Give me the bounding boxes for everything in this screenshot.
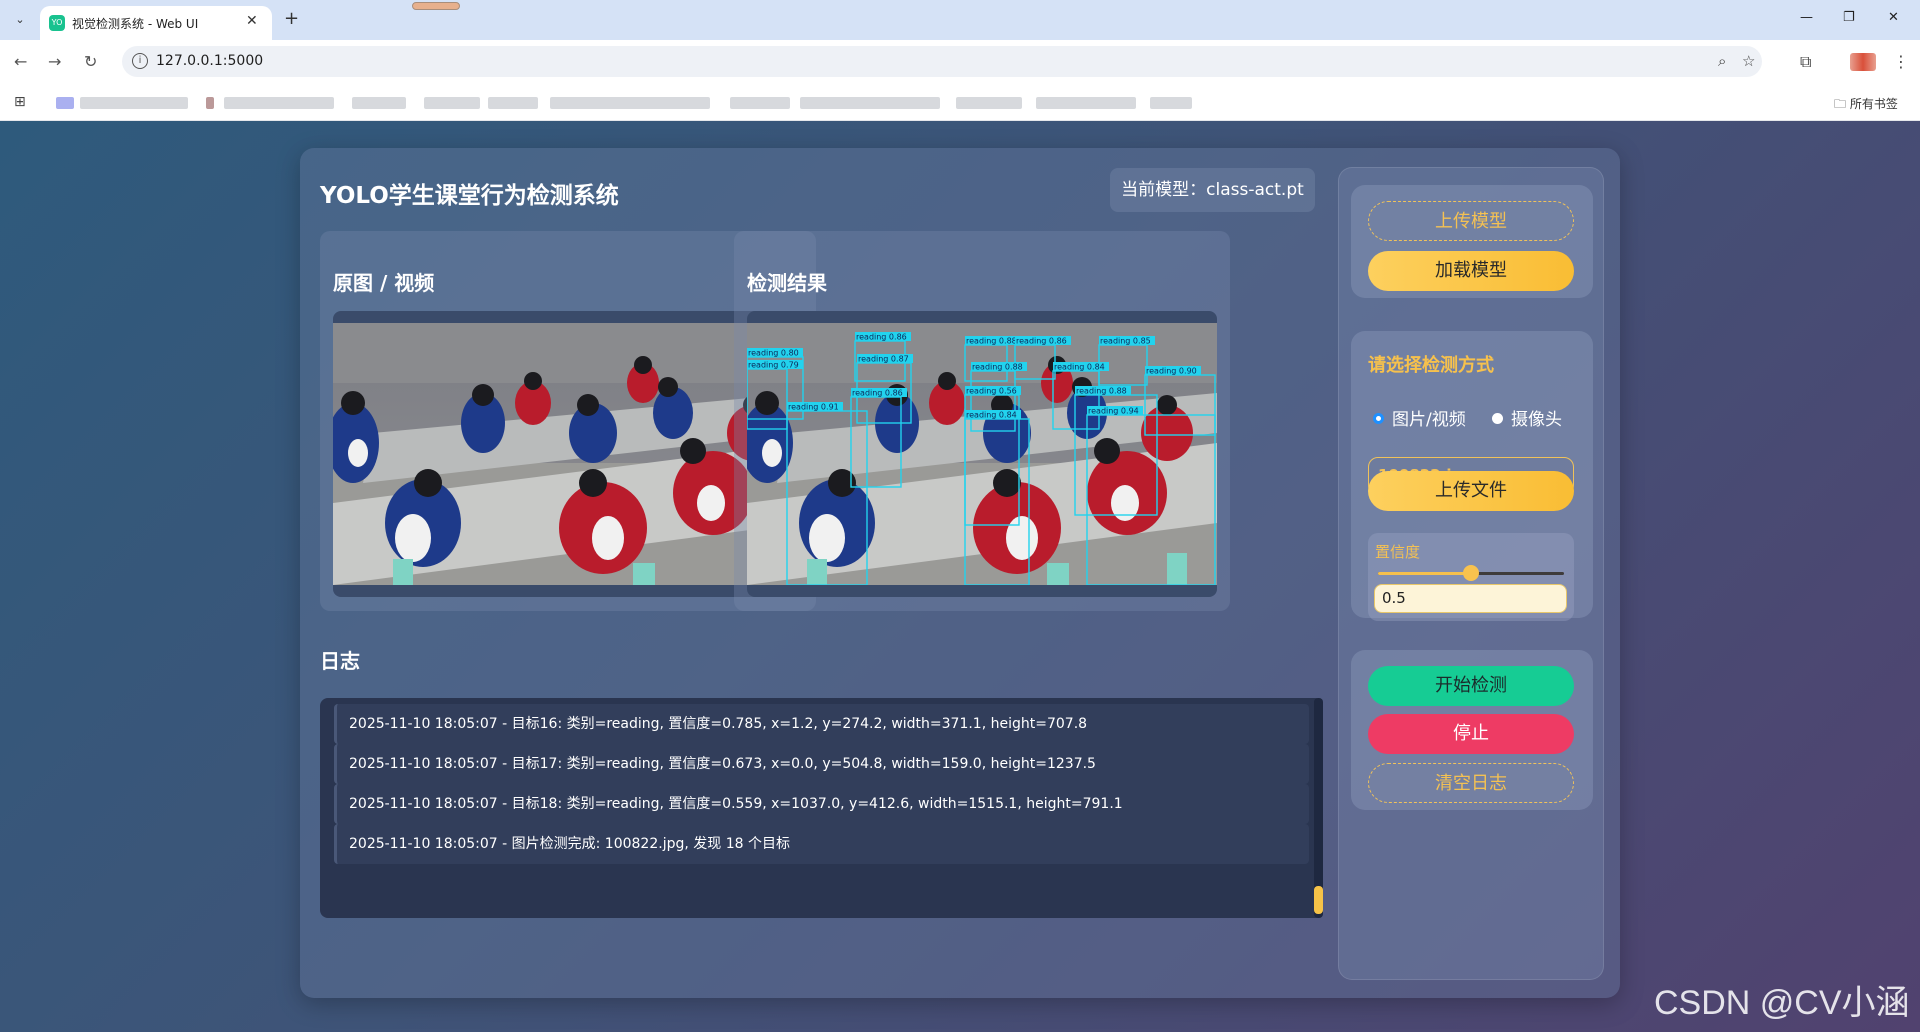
log-panel[interactable]: 2025-11-10 18:05:07 - 目标16: 类别=reading, … <box>320 698 1323 918</box>
start-detection-button[interactable]: 开始检测 <box>1368 666 1574 706</box>
detection-label: reading 0.84 <box>1054 363 1105 372</box>
detection-label: reading 0.87 <box>858 355 909 364</box>
bookmark-item[interactable] <box>56 97 74 109</box>
upload-file-button[interactable]: 上传文件 <box>1368 471 1574 511</box>
detection-label: reading 0.94 <box>1088 407 1139 416</box>
zoom-icon[interactable]: ⌕ <box>1718 52 1726 70</box>
result-image: reading 0.86 reading 0.88 reading 0.86 read… <box>747 323 1217 585</box>
confidence-input[interactable]: 0.5 <box>1374 584 1567 613</box>
browser-menu-icon[interactable]: ⋮ <box>1893 52 1909 71</box>
extensions-icon[interactable]: ⧉ <box>1800 52 1811 72</box>
log-entry: 2025-11-10 18:05:07 - 目标16: 类别=reading, … <box>334 704 1309 744</box>
stop-button[interactable]: 停止 <box>1368 714 1574 754</box>
back-icon[interactable]: ← <box>14 52 27 71</box>
detection-label: reading 0.84 <box>966 411 1017 420</box>
bookmark-item[interactable] <box>352 97 406 109</box>
page-background: YOLO学生课堂行为检测系统 当前模型：class-act.pt 原图 / 视频 <box>0 121 1920 1032</box>
bookmark-item[interactable] <box>956 97 1022 109</box>
browser-tab[interactable]: YO 视觉检测系统 - Web UI ✕ <box>40 6 272 40</box>
all-bookmarks[interactable]: 🗀 所有书签 <box>1834 95 1898 116</box>
original-panel-title: 原图 / 视频 <box>333 271 435 295</box>
bookmark-item[interactable] <box>550 97 710 109</box>
bookmark-item[interactable] <box>224 97 334 109</box>
result-panel: 检测结果 reading 0.86 reading 0.88 reading 0… <box>734 231 1230 611</box>
detection-label: reading 0.86 <box>852 389 903 398</box>
omnibox[interactable]: i 127.0.0.1:5000 ⌕ ☆ <box>122 46 1762 77</box>
bookmark-item[interactable] <box>800 97 940 109</box>
bookmark-item[interactable] <box>488 97 538 109</box>
model-card: 上传模型 加载模型 <box>1351 185 1593 298</box>
bookmark-item[interactable] <box>730 97 790 109</box>
main-card: YOLO学生课堂行为检测系统 当前模型：class-act.pt 原图 / 视频 <box>300 148 1620 998</box>
watermark: CSDN @CV小涵 <box>1654 984 1910 1022</box>
detection-label: reading 0.88 <box>966 337 1017 346</box>
result-image-frame: reading 0.86 reading 0.88 reading 0.86 read… <box>747 311 1217 597</box>
minimize-icon[interactable]: — <box>1800 10 1813 25</box>
control-sidebar: 上传模型 加载模型 请选择检测方式 图片/视频 摄像头 100822.jpg 上… <box>1338 167 1604 980</box>
detection-label: reading 0.86 <box>1016 337 1067 346</box>
bookmarks-bar: ⊞ 🗀 所有书签 <box>0 83 1920 121</box>
log-scrollbar-track[interactable] <box>1314 698 1323 918</box>
apps-grid-icon[interactable]: ⊞ <box>14 94 26 110</box>
tab-group-indicator <box>412 2 460 10</box>
confidence-slider-fill <box>1378 572 1471 575</box>
tab-close-icon[interactable]: ✕ <box>246 13 258 29</box>
upload-model-button[interactable]: 上传模型 <box>1368 201 1574 241</box>
detection-label: reading 0.85 <box>1100 337 1151 346</box>
detection-label: reading 0.86 <box>856 333 907 342</box>
tab-favicon-icon: YO <box>49 15 65 31</box>
log-entry: 2025-11-10 18:05:07 - 目标17: 类别=reading, … <box>334 744 1309 784</box>
tab-title: 视觉检测系统 - Web UI <box>72 17 199 31</box>
all-bookmarks-label: 所有书签 <box>1849 97 1898 111</box>
log-entry: 2025-11-10 18:05:07 - 图片检测完成: 100822.jpg… <box>334 824 1309 864</box>
mode-image-label: 图片/视频 <box>1392 410 1466 430</box>
log-title: 日志 <box>320 649 360 673</box>
log-scrollbar-thumb[interactable] <box>1314 886 1323 914</box>
bookmark-item[interactable] <box>206 97 214 109</box>
browser-tabbar: ⌄ YO 视觉检测系统 - Web UI ✕ + — ❐ ✕ <box>0 0 1920 40</box>
mode-camera-radio[interactable]: 摄像头 <box>1492 405 1562 430</box>
window-close-icon[interactable]: ✕ <box>1888 10 1899 25</box>
new-tab-icon[interactable]: + <box>284 8 299 29</box>
forward-icon[interactable]: → <box>48 52 61 71</box>
reload-icon[interactable]: ↻ <box>84 52 97 71</box>
detection-label: reading 0.88 <box>1076 387 1127 396</box>
confidence-box: 置信度 0.5 <box>1368 533 1574 621</box>
mode-image-radio[interactable]: 图片/视频 <box>1373 405 1466 430</box>
mode-section-title: 请选择检测方式 <box>1368 355 1494 376</box>
detection-label: reading 0.80 <box>748 349 799 358</box>
bookmark-item[interactable] <box>1036 97 1136 109</box>
original-image <box>333 323 803 585</box>
detection-label: reading 0.56 <box>966 387 1017 396</box>
confidence-label: 置信度 <box>1375 543 1421 561</box>
current-model-badge: 当前模型：class-act.pt <box>1110 168 1315 212</box>
log-entry: 2025-11-10 18:05:07 - 目标18: 类别=reading, … <box>334 784 1309 824</box>
result-panel-title: 检测结果 <box>747 271 827 295</box>
bookmark-item[interactable] <box>1150 97 1192 109</box>
folder-icon: 🗀 <box>1834 97 1850 111</box>
site-info-icon[interactable]: i <box>132 53 148 69</box>
detection-label: reading 0.88 <box>972 363 1023 372</box>
restore-icon[interactable]: ❐ <box>1843 10 1855 25</box>
original-image-frame <box>333 311 803 597</box>
clear-log-button[interactable]: 清空日志 <box>1368 763 1574 803</box>
confidence-slider-thumb[interactable] <box>1463 565 1479 581</box>
page-title: YOLO学生课堂行为检测系统 <box>320 183 619 209</box>
mode-camera-label: 摄像头 <box>1511 410 1562 430</box>
url-text[interactable]: 127.0.0.1:5000 <box>156 53 263 69</box>
detection-label: reading 0.91 <box>788 403 839 412</box>
bookmark-item[interactable] <box>80 97 188 109</box>
radio-selected-icon <box>1373 413 1384 424</box>
load-model-button[interactable]: 加载模型 <box>1368 251 1574 291</box>
bookmark-star-icon[interactable]: ☆ <box>1742 52 1755 70</box>
detection-label: reading 0.79 <box>748 361 799 370</box>
profile-avatar[interactable] <box>1850 53 1876 71</box>
radio-unselected-icon <box>1492 413 1503 424</box>
address-bar: ← → ↻ i 127.0.0.1:5000 ⌕ ☆ ⧉ ⋮ <box>0 40 1920 83</box>
detection-label: reading 0.90 <box>1146 367 1197 376</box>
bookmark-item[interactable] <box>424 97 480 109</box>
tab-search-chevron-icon[interactable]: ⌄ <box>10 10 30 30</box>
action-card: 开始检测 停止 清空日志 <box>1351 650 1593 810</box>
